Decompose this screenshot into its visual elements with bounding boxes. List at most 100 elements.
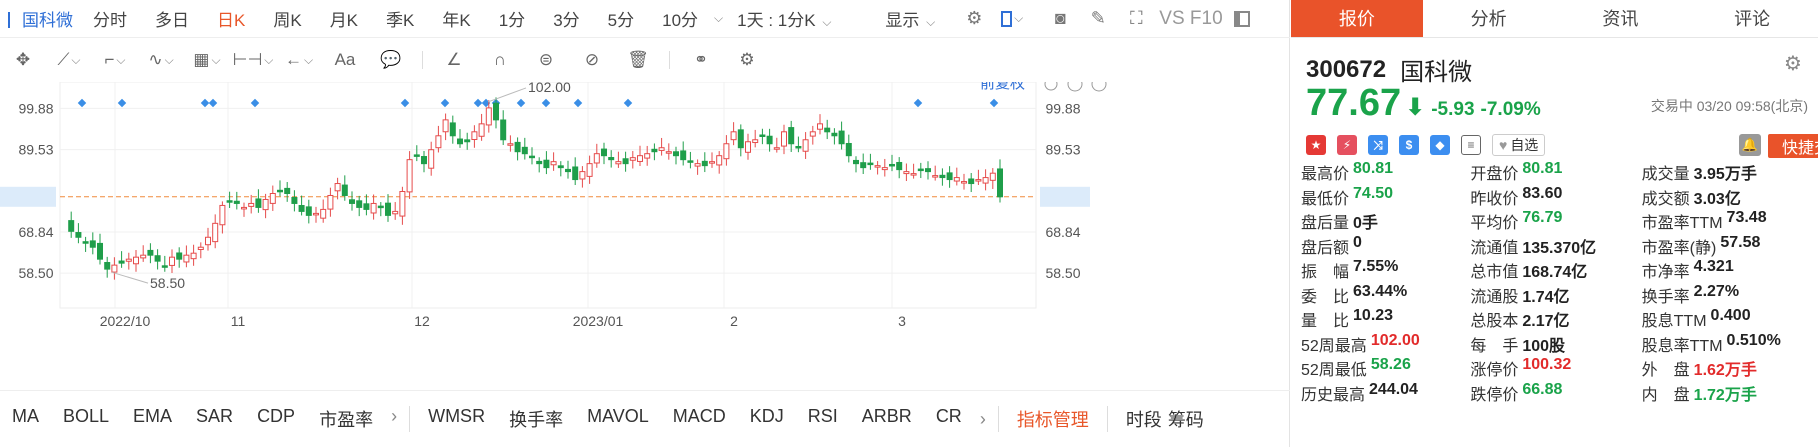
period-tab[interactable]: 5分: [594, 6, 648, 31]
event-marker[interactable]: [573, 98, 583, 108]
indicator-item[interactable]: SAR: [184, 406, 245, 432]
vs-f10-link[interactable]: VS F10: [1159, 8, 1222, 30]
stat-value: 100.32: [1522, 356, 1572, 374]
margin-icon[interactable]: ⚡: [1337, 135, 1357, 155]
drawing-settings-icon[interactable]: ⚙: [732, 50, 762, 70]
event-marker[interactable]: [516, 98, 526, 108]
event-marker[interactable]: [117, 98, 127, 108]
display-select[interactable]: 显示 ⌵: [845, 6, 949, 31]
tab-comments[interactable]: 评论: [1686, 0, 1818, 37]
polyline-tool-icon[interactable]: ⌐ ⌵: [100, 50, 130, 70]
shuffle-icon[interactable]: ⤨: [1368, 135, 1388, 155]
period-tab[interactable]: 1分: [485, 6, 539, 31]
candle-body: [241, 206, 247, 210]
indicator-item[interactable]: 市盈率: [307, 406, 385, 432]
event-marker[interactable]: [473, 98, 483, 108]
tab-news[interactable]: 资讯: [1555, 0, 1687, 37]
adjust-label[interactable]: 前复权: [980, 82, 1025, 92]
event-marker[interactable]: [250, 98, 260, 108]
stat-label: 盘后量: [1301, 215, 1350, 233]
event-marker[interactable]: [623, 98, 633, 108]
event-marker[interactable]: [913, 98, 923, 108]
event-marker[interactable]: [400, 98, 410, 108]
indicator-item[interactable]: MA: [0, 406, 51, 432]
settings-icon[interactable]: ⚙: [963, 8, 985, 30]
quick-trade-button[interactable]: 快捷交易: [1768, 134, 1818, 158]
indicator-item[interactable]: BOLL: [51, 406, 121, 432]
pen-icon[interactable]: ✎: [1087, 8, 1109, 30]
zoom-out-icon[interactable]: [1067, 82, 1083, 92]
period-tab[interactable]: 年K: [428, 6, 484, 31]
delete-icon[interactable]: 🗑: [623, 50, 653, 70]
event-marker[interactable]: [541, 98, 551, 108]
magnet-icon[interactable]: ∩: [485, 50, 515, 70]
indicator-next-icon[interactable]: ›: [980, 409, 986, 430]
indicator-item[interactable]: MACD: [661, 406, 738, 432]
range-tool-icon[interactable]: ⊢⊣ ⌵: [233, 50, 274, 70]
tag-icon[interactable]: ◆: [1430, 135, 1450, 155]
period-tab[interactable]: 10分: [648, 6, 712, 31]
stat-label: 成交量: [1641, 166, 1690, 184]
fullscreen-icon[interactable]: ⛶: [1125, 8, 1147, 30]
event-marker[interactable]: [77, 98, 87, 108]
more-periods-icon[interactable]: ⌵: [714, 11, 723, 26]
indicator-item[interactable]: 换手率: [497, 406, 575, 432]
indicator-item[interactable]: MAVOL: [575, 406, 661, 432]
period-tab[interactable]: 月K: [316, 6, 372, 31]
sync-icon[interactable]: ⊜: [531, 50, 561, 70]
line-tool-icon[interactable]: ⟋ ⌵: [54, 50, 84, 70]
period-tab[interactable]: 季K: [372, 6, 428, 31]
indicator-item[interactable]: RSI: [796, 406, 850, 432]
stock-name-tab[interactable]: 国科微: [0, 6, 79, 31]
event-marker[interactable]: [440, 98, 450, 108]
stat-label: 流通股: [1470, 288, 1519, 306]
chips-tab[interactable]: 筹码: [1166, 406, 1216, 432]
event-marker[interactable]: [989, 98, 999, 108]
candlestick-chart[interactable]: 99.8899.8889.5389.5377.6777.6768.8468.84…: [0, 82, 1290, 388]
add-watchlist-button[interactable]: ♥ 自选: [1492, 134, 1546, 156]
candle-body: [557, 165, 564, 169]
range-select[interactable]: 1天 : 1分K ⌵: [723, 6, 845, 31]
indicator-item[interactable]: ARBR: [850, 406, 924, 432]
sidebar-toggle-icon[interactable]: [1231, 8, 1253, 30]
indicator-item[interactable]: WMSR: [416, 406, 497, 432]
wave-tool-icon[interactable]: ∿ ⌵: [146, 50, 176, 70]
dollar-icon[interactable]: $: [1399, 135, 1419, 155]
zoom-in-icon[interactable]: [1091, 82, 1107, 92]
candle-body: [874, 165, 881, 168]
stat-value: 10.23: [1353, 307, 1394, 325]
tab-analysis[interactable]: 分析: [1423, 0, 1555, 37]
quote-settings-icon[interactable]: ⚙: [1784, 54, 1804, 74]
text-tool-icon[interactable]: Aa: [330, 50, 360, 70]
reset-icon[interactable]: [1044, 82, 1058, 91]
indicator-item[interactable]: CR: [924, 406, 974, 432]
doc-icon[interactable]: ≡: [1461, 135, 1481, 155]
event-marker[interactable]: [208, 98, 218, 108]
hide-icon[interactable]: ⊘: [577, 50, 607, 70]
fib-tool-icon[interactable]: ▦ ⌵: [192, 50, 222, 70]
price-tick-left: 58.50: [18, 265, 53, 281]
indicator-item[interactable]: KDJ: [738, 406, 796, 432]
indicator-manage-link[interactable]: 指标管理: [1005, 406, 1101, 432]
period-tab[interactable]: 日K: [203, 6, 259, 31]
event-marker[interactable]: [200, 98, 210, 108]
session-tab[interactable]: 时段: [1114, 406, 1166, 432]
frame-icon[interactable]: ⌵: [1001, 8, 1023, 30]
indicator-item[interactable]: EMA: [121, 406, 184, 432]
candle-body: [356, 200, 363, 208]
period-tab[interactable]: 周K: [259, 6, 315, 31]
angle-tool-icon[interactable]: ∠: [439, 50, 469, 70]
alert-bell-icon[interactable]: 🔔: [1739, 134, 1761, 156]
period-tab[interactable]: 多日: [141, 6, 203, 31]
period-tab[interactable]: 3分: [539, 6, 593, 31]
camera-icon[interactable]: ◙: [1049, 8, 1071, 30]
move-icon[interactable]: ✥: [8, 50, 38, 70]
stat-cell: 量 比 10.23: [1301, 307, 1470, 331]
indicator-next-icon[interactable]: ›: [391, 406, 397, 432]
arrow-tool-icon[interactable]: ← ⌵: [284, 50, 314, 70]
indicator-item[interactable]: CDP: [245, 406, 307, 432]
note-tool-icon[interactable]: 💬: [376, 50, 406, 70]
tab-quote[interactable]: 报价: [1291, 0, 1423, 37]
compare-icon[interactable]: ⚭: [686, 50, 716, 70]
period-tab[interactable]: 分时: [79, 6, 141, 31]
